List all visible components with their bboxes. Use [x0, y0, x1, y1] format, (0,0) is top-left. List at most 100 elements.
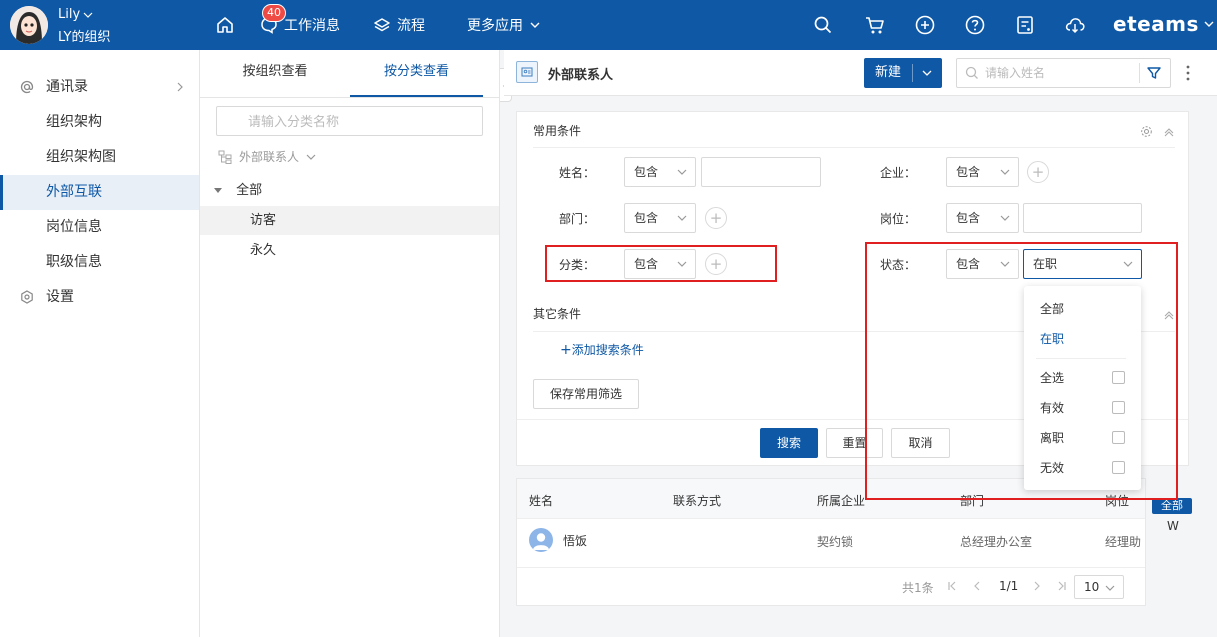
tree-node-label: 全部 [236, 183, 263, 198]
chevron-down-icon [1000, 169, 1010, 175]
sidebar-item-contacts[interactable]: 通讯录 [0, 70, 199, 105]
help-button[interactable] [964, 14, 986, 36]
row-divider [517, 567, 1145, 568]
tab-label: 按组织查看 [242, 64, 308, 79]
more-apps-label: 更多应用 [467, 18, 523, 34]
name-label: 姓名： [558, 166, 595, 180]
next-page-icon[interactable] [1032, 581, 1042, 591]
tree-node-visitor[interactable]: 访客 [200, 206, 499, 235]
new-button[interactable]: 新建 [864, 58, 912, 88]
tree-node-permanent[interactable]: 永久 [200, 236, 499, 265]
org-name: LY的组织 [58, 30, 111, 45]
company-operator-select[interactable]: 包含 [946, 157, 1019, 187]
plus-icon: + [1031, 163, 1045, 181]
home-icon [217, 17, 233, 33]
search-submit-button[interactable]: 搜索 [760, 428, 818, 458]
cart-icon [866, 17, 884, 34]
sidebar-item-settings[interactable]: 设置 [0, 280, 199, 315]
dept-add-button[interactable]: + [705, 207, 727, 229]
plus-icon: + [560, 342, 572, 358]
cart-button[interactable] [864, 14, 886, 36]
user-avatar[interactable] [10, 6, 48, 44]
sidebar-item-org-structure[interactable]: 组织架构 [0, 105, 199, 140]
prev-page-icon[interactable] [972, 581, 982, 591]
sidebar-item-org-chart[interactable]: 组织架构图 [0, 140, 199, 175]
tab-by-org[interactable]: 按组织查看 [200, 50, 350, 97]
last-page-icon[interactable] [1057, 581, 1067, 591]
save-filter-button[interactable]: 保存常用筛选 [533, 379, 639, 409]
add-condition-label: 添加搜索条件 [571, 343, 644, 357]
common-conditions-title: 常用条件 [533, 124, 582, 138]
workflow-label: 流程 [397, 18, 425, 34]
contacts-module-icon [516, 61, 538, 83]
company-add-button[interactable]: + [1027, 161, 1049, 183]
at-icon [20, 80, 34, 94]
search-button[interactable] [812, 14, 834, 36]
position-operator-select[interactable]: 包含 [946, 203, 1019, 233]
more-options-button[interactable] [1181, 64, 1195, 82]
add-button[interactable] [914, 14, 936, 36]
brand-logo: eteams [1113, 12, 1199, 36]
position-label: 岗位： [879, 212, 916, 226]
cloud-download-button[interactable] [1064, 14, 1086, 36]
sidebar-item-job-levels[interactable]: 职级信息 [0, 245, 199, 280]
new-dropdown-toggle[interactable] [913, 58, 942, 88]
sidebar-item-label: 职级信息 [46, 254, 102, 270]
chevron-down-icon [677, 169, 687, 175]
column-header[interactable]: 联系方式 [673, 492, 721, 509]
more-apps-nav[interactable]: 更多应用 [467, 0, 541, 50]
first-page-icon[interactable] [947, 581, 957, 591]
advanced-filter-button[interactable] [1146, 65, 1162, 81]
chevron-down-icon [922, 70, 932, 76]
sidebar-item-label: 岗位信息 [46, 219, 102, 235]
top-navigation-bar: Lily LY的组织 工作消息 40 流程 更多应用 eteams [0, 0, 1217, 50]
plus-circle-icon [915, 15, 935, 35]
dept-operator-select[interactable]: 包含 [624, 203, 696, 233]
all-tag: 全部 [1152, 498, 1192, 514]
chevron-right-icon [177, 82, 183, 92]
status-highlight-box [865, 242, 1178, 500]
column-header[interactable]: 姓名 [529, 492, 553, 509]
total-count: 共1条 [902, 581, 934, 595]
category-search-input[interactable] [216, 106, 483, 136]
sidebar-item-label: 设置 [46, 289, 74, 305]
root-category-selector[interactable]: 外部联系人 [218, 148, 316, 165]
chevron-up-icon[interactable] [1163, 126, 1175, 138]
sidebar-item-external[interactable]: 外部互联 [0, 175, 199, 210]
document-icon [1017, 16, 1033, 34]
workflow-nav[interactable]: 流程 [373, 0, 425, 50]
home-button[interactable] [215, 0, 235, 50]
sidebar-item-label: 组织架构图 [46, 149, 116, 165]
tree-node-all[interactable]: 全部 [200, 176, 499, 205]
letter-index: W [1167, 519, 1179, 533]
position-value-input[interactable] [1023, 203, 1142, 233]
select-value: 包含 [956, 165, 981, 179]
select-value: 包含 [634, 211, 659, 225]
work-messages-label: 工作消息 [284, 18, 340, 34]
help-icon [965, 15, 985, 35]
user-name-dropdown[interactable]: Lily [58, 7, 93, 22]
column-header[interactable]: 所属企业 [817, 492, 865, 509]
sidebar-item-label: 通讯录 [46, 79, 88, 95]
chevron-down-icon [83, 12, 93, 18]
chevron-down-icon [306, 154, 316, 160]
select-value: 包含 [634, 165, 659, 179]
brand-menu[interactable]: eteams [1113, 12, 1215, 36]
message-count-badge: 40 [262, 4, 286, 22]
name-operator-select[interactable]: 包含 [624, 157, 696, 187]
sidebar-item-positions[interactable]: 岗位信息 [0, 210, 199, 245]
contact-avatar [529, 528, 553, 552]
notes-button[interactable] [1014, 14, 1036, 36]
search-icon [965, 66, 978, 79]
page-indicator: 1/1 [999, 579, 1019, 593]
sidebar-item-label: 外部互联 [46, 184, 102, 200]
tab-by-category[interactable]: 按分类查看 [350, 50, 483, 97]
add-condition-link[interactable]: +添加搜索条件 [560, 341, 644, 358]
contact-name-link[interactable]: 悟饭 [563, 532, 587, 549]
dept-cell: 总经理办公室 [960, 535, 1033, 549]
select-value: 10 [1084, 580, 1100, 594]
sidebar-item-label: 组织架构 [46, 114, 102, 130]
page-size-select[interactable]: 10 [1074, 575, 1124, 599]
name-value-input[interactable] [701, 157, 821, 187]
gear-icon[interactable] [1140, 125, 1153, 138]
